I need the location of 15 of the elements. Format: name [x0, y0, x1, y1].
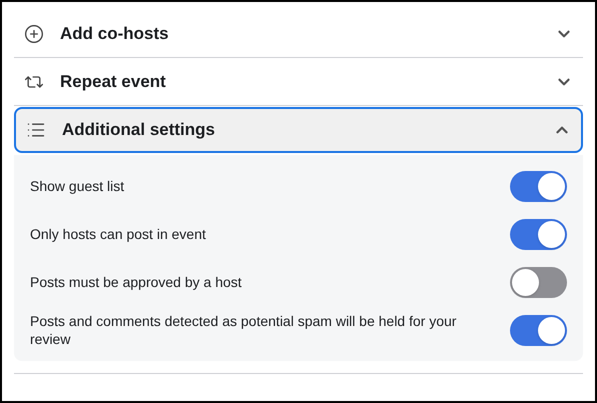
toggle-switch[interactable] [510, 266, 567, 298]
section-title: Additional settings [62, 119, 216, 142]
toggle-switch[interactable] [510, 314, 567, 346]
section-header[interactable]: Repeat event [14, 58, 583, 106]
section-header[interactable]: Add co-hosts [14, 10, 583, 58]
toggle-switch[interactable] [510, 170, 567, 202]
setting-label: Show guest list [30, 177, 124, 195]
setting-label: Only hosts can post in event [30, 225, 206, 243]
toggle-switch[interactable] [510, 218, 567, 250]
setting-label: Posts and comments detected as potential spam will be held for your review [30, 312, 458, 348]
section-header[interactable]: Additional settings [14, 107, 583, 153]
section-title: Repeat event [60, 70, 167, 93]
section-title: Add co-hosts [60, 22, 170, 45]
setting-label: Posts must be approved by a host [30, 273, 242, 291]
section-icon [24, 24, 44, 44]
